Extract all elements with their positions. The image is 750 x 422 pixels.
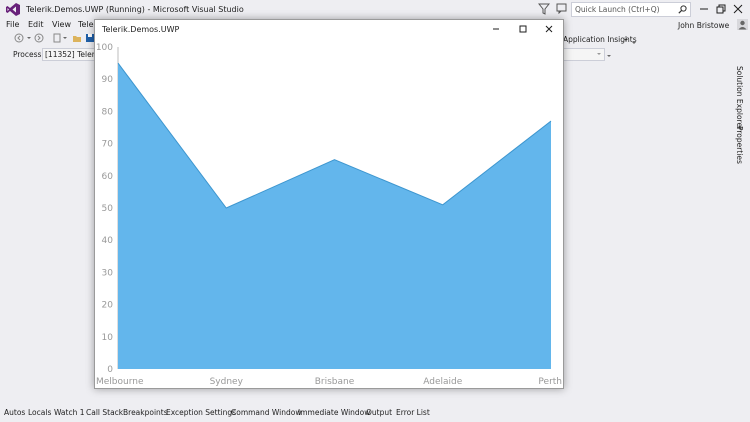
tab-call-stack[interactable]: Call Stack bbox=[86, 408, 123, 417]
solution-explorer-label: Solution Explorer bbox=[735, 66, 744, 131]
vs-title-bar: Telerik.Demos.UWP (Running) - Microsoft … bbox=[0, 0, 750, 18]
tab-command-window[interactable]: Command Window bbox=[231, 408, 302, 417]
y-tick-label: 0 bbox=[107, 365, 113, 375]
tab-error-list[interactable]: Error List bbox=[396, 408, 430, 417]
back-icon[interactable] bbox=[14, 33, 24, 43]
tab-autos[interactable]: Autos bbox=[4, 408, 25, 417]
process-value: [11352] Telerik.Demos.UWP bbox=[45, 50, 97, 59]
menu-edit[interactable]: Edit bbox=[28, 20, 44, 29]
tab-output[interactable]: Output bbox=[366, 408, 392, 417]
new-dropdown-arrow-icon[interactable] bbox=[62, 33, 68, 43]
menu-view[interactable]: View bbox=[52, 20, 71, 29]
x-category-label: Sydney bbox=[210, 377, 244, 387]
toolbar2-overflow-icon[interactable] bbox=[606, 53, 612, 59]
user-avatar-icon[interactable] bbox=[737, 19, 748, 30]
app-insights-dropdown-icon[interactable] bbox=[623, 36, 629, 44]
tab-breakpoints[interactable]: Breakpoints bbox=[123, 408, 168, 417]
open-file-icon[interactable] bbox=[72, 33, 82, 43]
close-icon[interactable] bbox=[731, 2, 745, 16]
process-dropdown[interactable]: [11352] Telerik.Demos.UWP bbox=[42, 48, 98, 61]
menu-file[interactable]: File bbox=[6, 20, 19, 29]
y-tick-label: 80 bbox=[102, 107, 114, 117]
y-tick-label: 10 bbox=[102, 333, 114, 343]
tab-exception-settings[interactable]: Exception Settings bbox=[166, 408, 236, 417]
properties-label: Properties bbox=[735, 126, 744, 164]
properties-tab[interactable]: Properties bbox=[733, 126, 745, 164]
process-label: Process: bbox=[13, 50, 44, 59]
tab-watch-1[interactable]: Watch 1 bbox=[54, 408, 85, 417]
tab-immediate-window[interactable]: Immediate Window bbox=[298, 408, 370, 417]
app-window-title: Telerik.Demos.UWP bbox=[102, 25, 180, 34]
vs-window-title: Telerik.Demos.UWP (Running) - Microsoft … bbox=[26, 5, 244, 14]
y-tick-label: 40 bbox=[102, 236, 114, 246]
app-close-icon[interactable] bbox=[542, 23, 556, 35]
y-tick-label: 60 bbox=[102, 172, 114, 182]
area-series bbox=[118, 63, 551, 369]
x-category-label: Melbourne bbox=[96, 377, 144, 387]
app-maximize-icon[interactable] bbox=[516, 23, 530, 35]
visual-studio-logo-icon bbox=[6, 3, 20, 16]
forward-icon[interactable] bbox=[34, 33, 44, 43]
app-minimize-icon[interactable] bbox=[489, 23, 503, 35]
app-window: Telerik.Demos.UWP 0 10 20 30 40 50 60 70 80 90 100… bbox=[94, 19, 564, 389]
notification-filter-icon[interactable] bbox=[538, 3, 550, 15]
toolbar-overflow-icon[interactable] bbox=[631, 40, 637, 46]
area-chart: 0 10 20 30 40 50 60 70 80 90 100 Melbourne Sydney Br… bbox=[96, 43, 562, 387]
signed-in-user[interactable]: John Bristowe bbox=[678, 21, 729, 30]
quick-launch-placeholder: Quick Launch (Ctrl+Q) bbox=[575, 5, 660, 14]
feedback-icon[interactable] bbox=[556, 3, 567, 14]
x-category-label: Adelaide bbox=[423, 377, 462, 387]
restore-icon[interactable] bbox=[714, 2, 728, 16]
y-tick-label: 90 bbox=[102, 75, 114, 85]
dropdown-arrow-icon[interactable] bbox=[26, 33, 32, 43]
y-tick-label: 30 bbox=[102, 268, 114, 278]
y-tick-label: 50 bbox=[102, 204, 114, 214]
stack-frame-dropdown[interactable] bbox=[564, 48, 605, 61]
new-project-icon[interactable] bbox=[52, 33, 62, 43]
y-tick-label: 70 bbox=[102, 140, 114, 150]
minimize-icon[interactable] bbox=[697, 2, 711, 16]
quick-launch-input[interactable]: Quick Launch (Ctrl+Q) bbox=[571, 2, 691, 17]
stack-frame-dropdown-icon bbox=[597, 53, 601, 55]
solution-explorer-tab[interactable]: Solution Explorer bbox=[733, 66, 745, 130]
search-icon bbox=[678, 5, 687, 14]
x-category-label: Perth bbox=[538, 377, 562, 387]
y-tick-label: 20 bbox=[102, 301, 114, 311]
x-category-label: Brisbane bbox=[315, 377, 355, 387]
tab-locals[interactable]: Locals bbox=[28, 408, 51, 417]
y-tick-label: 100 bbox=[96, 43, 113, 53]
